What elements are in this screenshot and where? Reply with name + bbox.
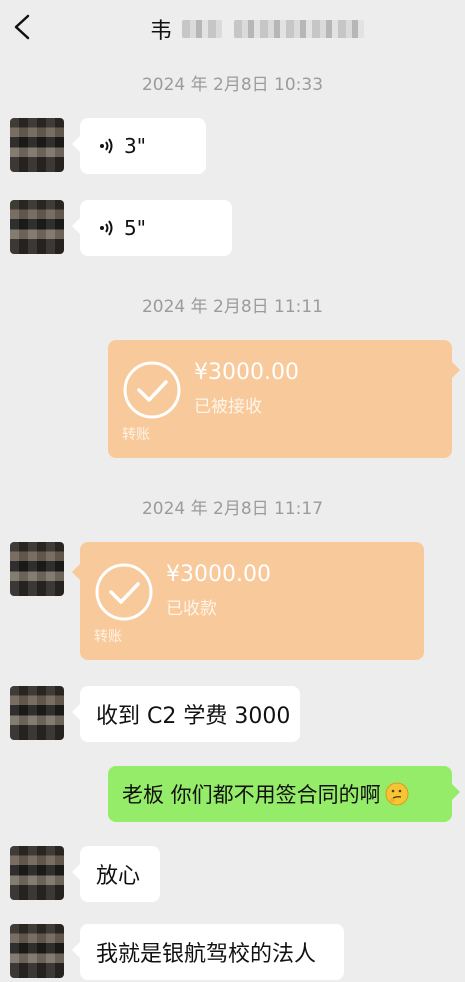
message-text: 放心 xyxy=(96,864,141,889)
message-text: 我就是银航驾校的法人 xyxy=(96,942,317,967)
transfer-label: 转账 xyxy=(94,629,122,645)
transfer-status: 已被接收 xyxy=(194,397,262,417)
check-circle-icon xyxy=(123,361,181,419)
transfer-card-received[interactable]: ¥3000.00 已收款 转账 xyxy=(72,542,424,660)
chat-header: 韦 xyxy=(0,0,465,60)
message-text: 收到 C2 学费 3000 xyxy=(96,704,291,729)
voice-wave-icon xyxy=(100,138,113,154)
transfer-label: 转账 xyxy=(122,427,150,443)
message-text: 老板 你们都不用签合同的啊 xyxy=(108,766,452,822)
title-redacted-part xyxy=(182,20,223,38)
check-circle-icon xyxy=(95,563,153,621)
voice-duration: 5" xyxy=(124,216,146,240)
chat-title: 韦 xyxy=(150,14,365,44)
voice-wave-icon xyxy=(100,220,113,236)
voice-duration: 3" xyxy=(124,134,146,158)
self-message-text: 老板 你们都不用签合同的啊 xyxy=(122,783,381,807)
transfer-amount: ¥3000.00 xyxy=(166,562,271,587)
transfer-amount: ¥3000.00 xyxy=(194,360,299,385)
text-message[interactable]: 收到 C2 学费 3000 xyxy=(72,686,300,742)
avatar[interactable] xyxy=(10,200,64,254)
title-redacted-part xyxy=(234,20,365,38)
chat-title-text: 韦 xyxy=(150,19,173,44)
voice-message[interactable]: 5" xyxy=(72,200,232,256)
timestamp: 2024 年 2月8日 10:33 xyxy=(141,75,324,95)
avatar[interactable] xyxy=(10,542,64,596)
transfer-card-sent[interactable]: ¥3000.00 已被接收 转账 xyxy=(108,340,460,458)
text-message[interactable]: 放心 xyxy=(72,846,160,902)
timestamp: 2024 年 2月8日 11:11 xyxy=(141,297,324,317)
avatar[interactable] xyxy=(10,118,64,172)
self-text-message[interactable]: 老板 你们都不用签合同的啊 xyxy=(108,766,460,822)
avatar[interactable] xyxy=(10,924,64,978)
transfer-status: 已收款 xyxy=(166,599,217,619)
text-message[interactable]: 我就是银航驾校的法人 xyxy=(72,924,344,980)
avatar[interactable] xyxy=(10,846,64,900)
avatar[interactable] xyxy=(10,686,64,740)
voice-message[interactable]: 3" xyxy=(72,118,206,174)
thinking-face-emoji-icon xyxy=(385,782,409,806)
timestamp: 2024 年 2月8日 11:17 xyxy=(141,499,324,519)
back-chevron-icon[interactable] xyxy=(8,12,36,42)
